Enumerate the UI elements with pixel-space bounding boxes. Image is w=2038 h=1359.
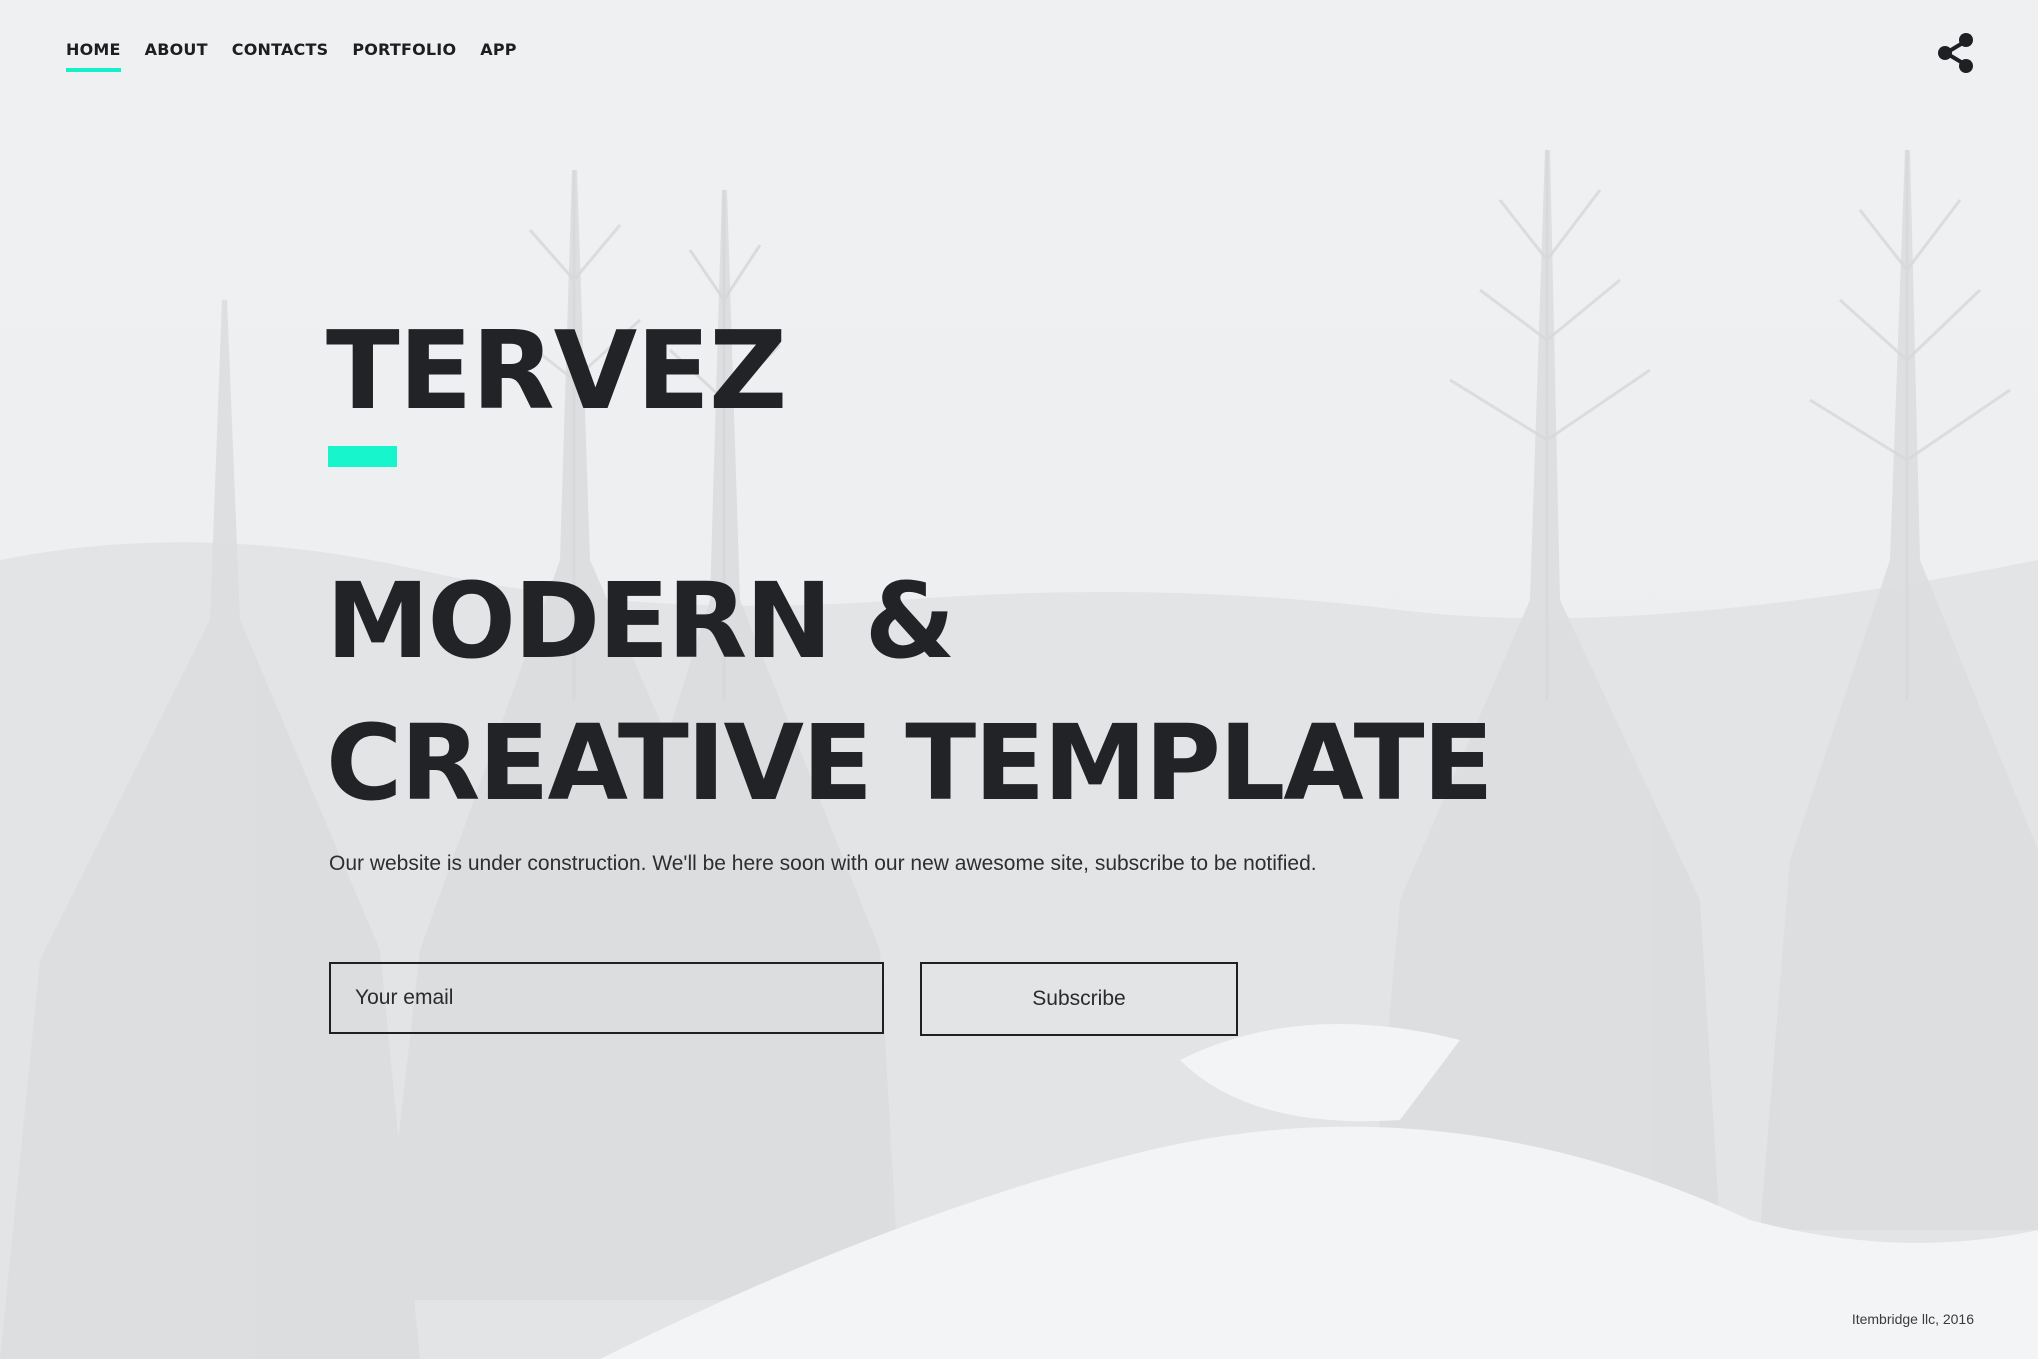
brand-title: TERVEZ bbox=[326, 309, 787, 434]
brand-accent-bar bbox=[328, 446, 397, 467]
email-input[interactable] bbox=[329, 962, 884, 1034]
footer-copyright: Itembridge llc, 2016 bbox=[1851, 1311, 1974, 1327]
nav-item-app[interactable]: APP bbox=[480, 40, 516, 69]
headline-line-2: CREATIVE TEMPLATE bbox=[326, 702, 1494, 824]
share-icon bbox=[1938, 33, 1973, 73]
nav-item-home[interactable]: HOME bbox=[66, 40, 121, 72]
hero-headline: MODERN & CREATIVE TEMPLATE bbox=[326, 550, 1494, 834]
main-nav: HOME ABOUT CONTACTS PORTFOLIO APP bbox=[66, 40, 541, 72]
headline-line-1: MODERN & bbox=[326, 560, 955, 682]
hero-tagline: Our website is under construction. We'll… bbox=[329, 852, 1317, 875]
share-button[interactable] bbox=[1936, 32, 1976, 74]
subscribe-button[interactable]: Subscribe bbox=[920, 962, 1238, 1036]
nav-item-about[interactable]: ABOUT bbox=[145, 40, 208, 69]
nav-item-portfolio[interactable]: PORTFOLIO bbox=[352, 40, 456, 69]
nav-item-contacts[interactable]: CONTACTS bbox=[232, 40, 329, 69]
